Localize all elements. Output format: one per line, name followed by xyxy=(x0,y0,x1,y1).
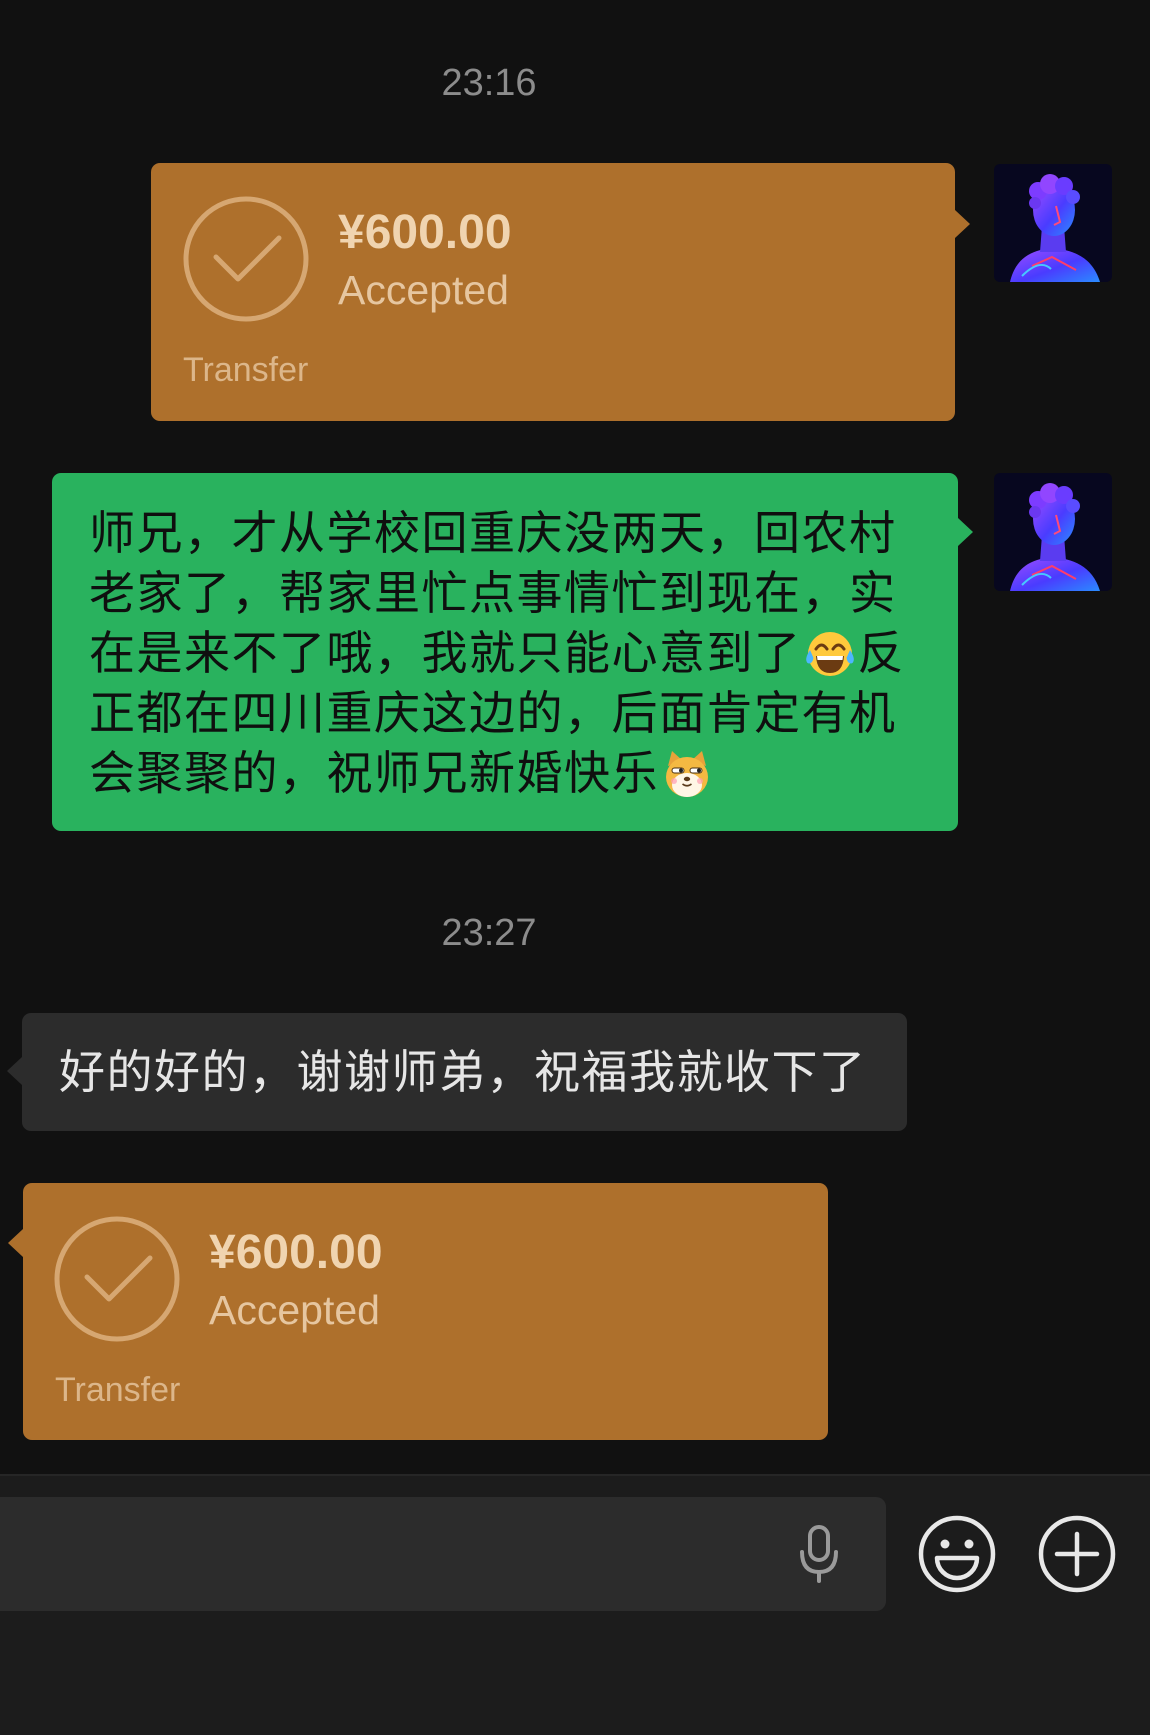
message-text: 好的好的，谢谢师弟，祝福我就收下了 xyxy=(59,1045,867,1099)
input-bar xyxy=(0,1474,1150,1735)
transfer-amount: ¥600.00 xyxy=(209,1226,383,1279)
microphone-icon[interactable] xyxy=(797,1524,841,1584)
transfer-amount: ¥600.00 xyxy=(338,206,512,259)
transfer-status: Accepted xyxy=(338,267,509,313)
statue-bust-avatar-icon xyxy=(994,473,1112,591)
message-bubble-received[interactable]: 好的好的，谢谢师弟，祝福我就收下了 xyxy=(7,1013,907,1131)
transfer-label: Transfer xyxy=(183,351,309,389)
timestamp: 23:16 xyxy=(441,62,537,104)
avatar[interactable] xyxy=(994,164,1112,282)
check-circle-icon xyxy=(183,196,309,322)
message-line: 正都在四川重庆这边的，后面肯定有机 xyxy=(89,686,897,740)
message-line: 师兄，才从学校回重庆没两天，回农村 xyxy=(89,506,897,560)
transfer-status: Accepted xyxy=(209,1287,380,1333)
message-line: 老家了，帮家里忙点事情忙到现在，实 xyxy=(89,566,897,620)
avatar[interactable] xyxy=(994,473,1112,591)
transfer-label: Transfer xyxy=(55,1371,181,1409)
message-bubble-sent[interactable]: 师兄，才从学校回重庆没两天，回农村 老家了，帮家里忙点事情忙到现在，实 在是来不… xyxy=(52,473,973,831)
more-button[interactable] xyxy=(1037,1514,1117,1594)
message-text: 师兄，才从学校回重庆没两天，回农村 老家了，帮家里忙点事情忙到现在，实 在是来不… xyxy=(89,503,905,803)
transfer-bubble-received[interactable]: ¥600.00 Accepted Transfer xyxy=(8,1183,828,1440)
check-circle-icon xyxy=(54,1216,180,1342)
emoji-button[interactable] xyxy=(917,1514,997,1594)
doge-emoji-icon xyxy=(661,748,713,800)
plus-circle-icon xyxy=(1038,1515,1116,1593)
smiley-face-icon xyxy=(918,1515,996,1593)
timestamp: 23:27 xyxy=(441,912,537,954)
chat-screen: 23:16 ¥600.00 Accepted Transfer 师兄，才从学校回… xyxy=(0,0,1150,1735)
tears-of-joy-emoji-icon xyxy=(804,628,856,680)
message-input[interactable] xyxy=(0,1497,886,1611)
transfer-bubble-sent[interactable]: ¥600.00 Accepted Transfer xyxy=(151,163,970,421)
message-line: 在是来不了哦，我就只能心意到了 反 xyxy=(89,626,905,680)
message-line: 会聚聚的，祝师兄新婚快乐 xyxy=(89,743,905,803)
statue-bust-avatar-icon xyxy=(994,164,1112,282)
